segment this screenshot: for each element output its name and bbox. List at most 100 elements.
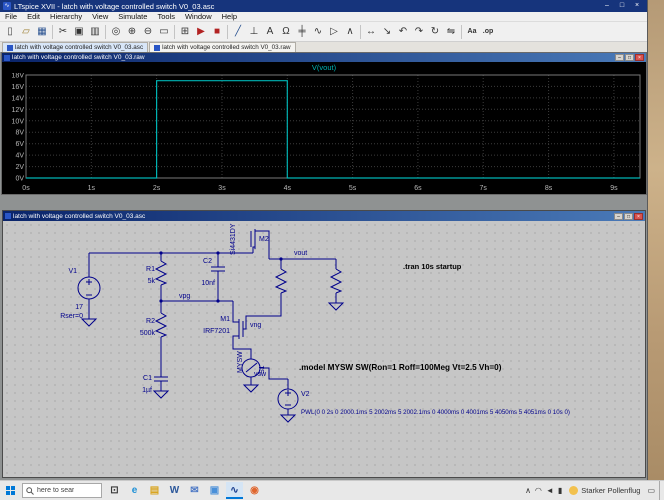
component-m1[interactable] <box>233 301 251 359</box>
maximize-button[interactable]: □ <box>615 1 629 11</box>
taskbar-icon-task-view[interactable]: ⊡ <box>106 482 123 499</box>
ground-icon[interactable]: ⊥ <box>246 24 262 40</box>
redo-icon[interactable]: ↷ <box>411 24 427 40</box>
weather-label: Starker Pollenflug <box>581 486 640 495</box>
show-desktop-button[interactable] <box>659 481 662 500</box>
screen: ∿ LTspice XVII - latch with voltage cont… <box>0 0 664 500</box>
menu-hierarchy[interactable]: Hierarchy <box>45 12 87 21</box>
net-label-vpg: vpg <box>179 293 190 300</box>
rotate-icon[interactable]: ↻ <box>427 24 443 40</box>
zoom-full-extents-icon[interactable]: ▭ <box>156 24 172 40</box>
component-r4[interactable] <box>331 269 341 293</box>
directive-tran: .tran 10s startup <box>403 262 462 271</box>
volume-icon[interactable]: ◄ <box>546 486 554 495</box>
menu-tools[interactable]: Tools <box>152 12 180 21</box>
component-v1[interactable] <box>78 277 100 299</box>
waveform-window: latch with voltage controlled switch V0_… <box>1 52 647 195</box>
grid-icon[interactable]: ⊞ <box>177 24 193 40</box>
component-icon[interactable]: ∧ <box>342 24 358 40</box>
start-button[interactable] <box>2 482 18 500</box>
waveform-minimize-button[interactable]: – <box>615 54 624 61</box>
taskbar-icon-mail[interactable]: ✉ <box>186 482 203 499</box>
svg-text:0s: 0s <box>22 185 30 192</box>
find-icon[interactable]: ◎ <box>108 24 124 40</box>
system-tray: ∧ ◠ ◄ ▮ Starker Pollenflug ▭ <box>525 481 662 500</box>
copy-icon[interactable]: ▣ <box>71 24 87 40</box>
halt-simulation-icon[interactable]: ■ <box>209 24 225 40</box>
taskbar-icon-firefox[interactable]: ◉ <box>246 482 263 499</box>
circuit-svg[interactable]: V1 17 Rser=0 R1 5k R2 500k C1 1µf C2 10n… <box>3 221 645 477</box>
open-file-icon[interactable]: ▱ <box>18 24 34 40</box>
taskbar-icon-ltspice[interactable]: ∿ <box>226 482 243 499</box>
tab-schematic-file[interactable]: latch with voltage controlled switch V0_… <box>2 42 148 52</box>
component-r1[interactable] <box>156 261 166 285</box>
run-simulation-icon[interactable]: ▶ <box>193 24 209 40</box>
label-r1-value: 5k <box>148 278 156 285</box>
diode-icon[interactable]: ▷ <box>326 24 342 40</box>
schematic-window-controls: – □ × <box>614 213 643 220</box>
menu-file[interactable]: File <box>0 12 22 21</box>
inductor-icon[interactable]: ∿ <box>310 24 326 40</box>
wire-icon[interactable]: ╱ <box>230 24 246 40</box>
waveform-plot[interactable]: 0s1s2s3s4s5s6s7s8s9s0V2V4V6V8V10V12V14V1… <box>2 73 646 194</box>
resistor-icon[interactable]: Ω <box>278 24 294 40</box>
schematic-maximize-button[interactable]: □ <box>624 213 633 220</box>
zoom-in-icon[interactable]: ⊕ <box>124 24 140 40</box>
toolbar-separator <box>461 25 462 39</box>
minimize-button[interactable]: – <box>600 1 614 11</box>
new-schematic-icon[interactable]: ▯ <box>2 24 18 40</box>
component-c2[interactable] <box>211 267 225 271</box>
taskbar-icon-photos[interactable]: ▣ <box>206 482 223 499</box>
schematic-minimize-button[interactable]: – <box>614 213 623 220</box>
text-icon[interactable]: Aa <box>464 24 480 40</box>
paste-icon[interactable]: ▥ <box>87 24 103 40</box>
close-button[interactable]: × <box>630 1 644 11</box>
component-r3[interactable] <box>276 269 286 293</box>
taskbar-icon-edge-browser[interactable]: e <box>126 482 143 499</box>
trace-label[interactable]: V(vout) <box>2 62 646 73</box>
network-status-icon[interactable]: ◠ <box>535 486 542 495</box>
net-label-vng: vng <box>250 322 261 329</box>
menu-view[interactable]: View <box>87 12 113 21</box>
svg-text:16V: 16V <box>12 84 25 91</box>
tab-raw-file[interactable]: latch with voltage controlled switch V0_… <box>149 42 295 52</box>
svg-text:9s: 9s <box>610 185 618 192</box>
schematic-canvas[interactable]: V1 17 Rser=0 R1 5k R2 500k C1 1µf C2 10n… <box>3 221 645 477</box>
save-icon[interactable]: ▦ <box>34 24 50 40</box>
zoom-out-icon[interactable]: ⊖ <box>140 24 156 40</box>
action-center-icon[interactable]: ▭ <box>647 486 655 495</box>
component-c1[interactable] <box>154 377 168 381</box>
taskbar-icon-word[interactable]: W <box>166 482 183 499</box>
tray-expand-icon[interactable]: ∧ <box>525 486 531 495</box>
menu-simulate[interactable]: Simulate <box>113 12 152 21</box>
net-label-vout: vout <box>294 250 307 257</box>
schematic-close-button[interactable]: × <box>634 213 643 220</box>
menu-help[interactable]: Help <box>217 12 242 21</box>
battery-icon[interactable]: ▮ <box>558 486 562 495</box>
toolbar-separator <box>52 25 53 39</box>
drag-icon[interactable]: ↘ <box>379 24 395 40</box>
spice-directive-icon[interactable]: .op <box>480 24 496 40</box>
net-label-icon[interactable]: A <box>262 24 278 40</box>
weather-widget[interactable]: Starker Pollenflug <box>566 486 643 495</box>
toolbar-separator <box>174 25 175 39</box>
svg-text:4s: 4s <box>284 185 292 192</box>
taskbar-icon-file-explorer[interactable]: ▤ <box>146 482 163 499</box>
waveform-close-button[interactable]: × <box>635 54 644 61</box>
waveform-maximize-button[interactable]: □ <box>625 54 634 61</box>
capacitor-icon[interactable]: ╪ <box>294 24 310 40</box>
undo-icon[interactable]: ↶ <box>395 24 411 40</box>
taskbar: here to sear ⊡e▤W✉▣∿◉ ∧ ◠ ◄ ▮ Starker Polle… <box>0 480 664 500</box>
component-r2[interactable] <box>156 313 166 337</box>
label-c1-name: C1 <box>143 375 152 382</box>
taskbar-search[interactable]: here to sear <box>22 483 102 498</box>
menu-window[interactable]: Window <box>180 12 217 21</box>
component-v2[interactable] <box>278 389 298 409</box>
svg-text:4V: 4V <box>15 153 24 160</box>
menu-edit[interactable]: Edit <box>22 12 45 21</box>
move-icon[interactable]: ↔ <box>363 24 379 40</box>
cut-icon[interactable]: ✂ <box>55 24 71 40</box>
mirror-icon[interactable]: ⇋ <box>443 24 459 40</box>
svg-text:3s: 3s <box>218 185 226 192</box>
component-m2[interactable] <box>251 229 269 259</box>
